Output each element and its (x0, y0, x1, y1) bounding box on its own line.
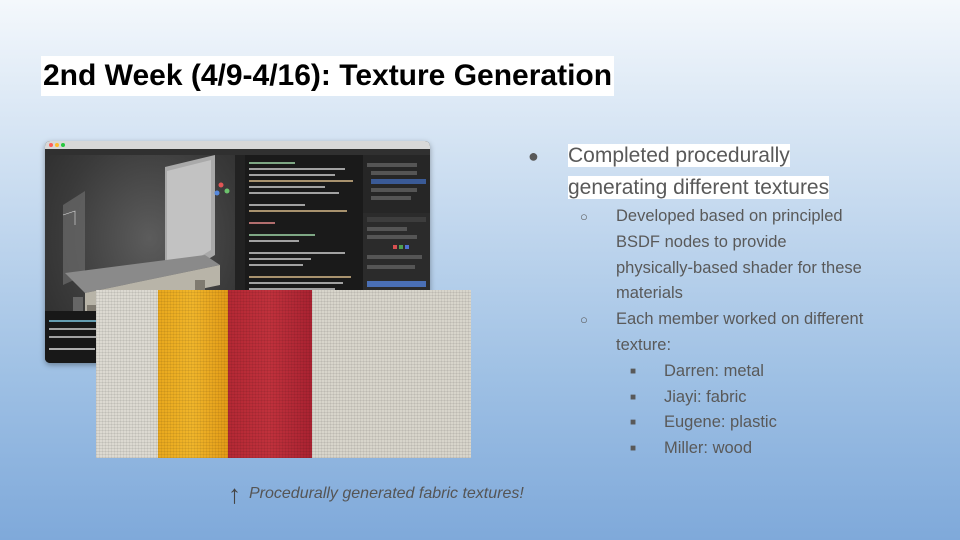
fabric-swatch-cream (312, 290, 471, 458)
sub-bullet-principled-bsdf: ○ Developed based on principled BSDF nod… (528, 204, 948, 307)
up-arrow-icon: ↑ (228, 479, 241, 509)
fabric-swatch-yellow (158, 290, 228, 458)
blender-outliner (363, 155, 430, 213)
fabric-swatch-beige (96, 290, 158, 458)
member-item: ■ Jiayi: fabric (528, 385, 948, 411)
sub-bullet-member-textures: ○ Each member worked on different textur… (528, 307, 948, 359)
sub-bullet-line: texture: (616, 335, 672, 354)
member-item-text: Miller: wood (664, 439, 753, 458)
window-titlebar (45, 141, 430, 149)
hollow-circle-bullet-icon: ○ (580, 312, 588, 328)
square-bullet-icon: ■ (630, 443, 637, 455)
square-bullet-icon: ■ (630, 417, 637, 429)
sub-bullet-line: BSDF nodes to provide (616, 232, 787, 251)
bullet-main-line2: generating different textures (568, 176, 830, 199)
close-dot (49, 143, 53, 147)
bullet-list: ● Completed procedurally generating diff… (528, 140, 948, 462)
sub-bullet-line: Developed based on principled (616, 207, 843, 225)
caption-text: Procedurally generated fabric textures! (249, 485, 524, 502)
fabric-swatch-red (228, 290, 312, 458)
square-bullet-icon: ■ (630, 391, 637, 403)
member-item-text: Jiayi: fabric (664, 387, 747, 406)
member-item-text: Eugene: plastic (664, 413, 777, 432)
fabric-textures-image (96, 290, 471, 458)
sub-bullet-line: physically-based shader for these (616, 258, 862, 277)
member-item: ■ Darren: metal (528, 359, 948, 385)
outliner-rows (367, 163, 426, 200)
member-item: ■ Miller: wood (528, 436, 948, 462)
bullet-main-line1: Completed procedurally (568, 144, 790, 167)
member-item: ■ Eugene: plastic (528, 410, 948, 436)
bullet-main: ● Completed procedurally generating diff… (528, 140, 948, 204)
maximize-dot (61, 143, 65, 147)
minimize-dot (55, 143, 59, 147)
square-bullet-icon: ■ (630, 365, 637, 377)
filled-circle-bullet-icon: ● (528, 146, 539, 166)
slide-title: 2nd Week (4/9-4/16): Texture Generation (41, 56, 615, 96)
sub-bullet-line: materials (616, 284, 683, 303)
sub-bullet-line: Each member worked on different (616, 310, 864, 329)
hollow-circle-bullet-icon: ○ (580, 209, 588, 224)
image-caption: ↑ Procedurally generated fabric textures… (228, 478, 524, 510)
member-item-text: Darren: metal (664, 361, 764, 380)
